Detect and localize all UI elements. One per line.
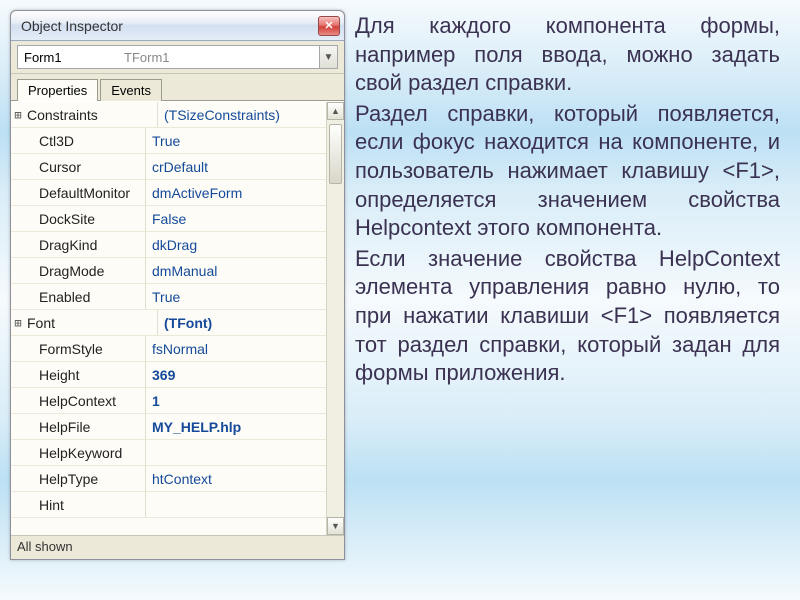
property-value[interactable]: (TFont)	[157, 310, 326, 335]
property-value[interactable]: 1	[145, 388, 326, 413]
property-name: DragKind	[25, 237, 145, 253]
instance-type: TForm1	[118, 50, 319, 65]
tab-events-label: Events	[111, 83, 151, 98]
property-name: Height	[25, 367, 145, 383]
property-name: Enabled	[25, 289, 145, 305]
description-p2: Раздел справки, который появляется, если…	[355, 100, 780, 243]
chevron-up-icon: ▲	[331, 106, 340, 116]
property-name: HelpContext	[25, 393, 145, 409]
tab-properties-label: Properties	[28, 83, 87, 98]
property-value[interactable]: True	[145, 284, 326, 309]
tab-properties[interactable]: Properties	[17, 79, 98, 101]
tab-strip: Properties Events	[11, 74, 344, 101]
property-name: Ctl3D	[25, 133, 145, 149]
property-value[interactable]: dmManual	[145, 258, 326, 283]
property-name: HelpKeyword	[25, 445, 145, 461]
property-name: HelpFile	[25, 419, 145, 435]
property-name: Cursor	[25, 159, 145, 175]
property-name: FormStyle	[25, 341, 145, 357]
property-row[interactable]: ⊞Font(TFont)	[11, 310, 326, 336]
property-row[interactable]: FormStylefsNormal	[11, 336, 326, 362]
instance-combo-row: Form1 TForm1 ▼	[11, 41, 344, 74]
scroll-up-button[interactable]: ▲	[327, 102, 344, 120]
property-name: Font	[25, 315, 157, 331]
window-title: Object Inspector	[21, 18, 318, 34]
property-row[interactable]: HelpFileMY_HELP.hlp	[11, 414, 326, 440]
property-row[interactable]: Height369	[11, 362, 326, 388]
property-row[interactable]: HelpKeyword	[11, 440, 326, 466]
expand-icon[interactable]: ⊞	[11, 108, 25, 122]
chevron-down-icon: ▼	[331, 521, 340, 531]
property-name: DefaultMonitor	[25, 185, 145, 201]
property-row[interactable]: CursorcrDefault	[11, 154, 326, 180]
property-name: Hint	[25, 497, 145, 513]
expand-icon[interactable]: ⊞	[11, 316, 25, 330]
property-row[interactable]: Hint	[11, 492, 326, 518]
close-icon: ✕	[324, 19, 333, 32]
property-value[interactable]: (TSizeConstraints)	[157, 102, 326, 127]
status-text: All shown	[17, 539, 73, 554]
property-value[interactable]: dmActiveForm	[145, 180, 326, 205]
scroll-down-button[interactable]: ▼	[327, 517, 344, 535]
property-value[interactable]: htContext	[145, 466, 326, 491]
chevron-down-icon: ▼	[324, 52, 334, 63]
object-inspector-window: Object Inspector ✕ Form1 TForm1 ▼ Proper…	[10, 10, 345, 560]
status-bar: All shown	[11, 535, 344, 559]
property-grid: ⊞Constraints(TSizeConstraints)Ctl3DTrueC…	[11, 101, 344, 535]
tab-events[interactable]: Events	[100, 79, 162, 101]
property-row[interactable]: HelpContext1	[11, 388, 326, 414]
instance-name: Form1	[18, 50, 118, 65]
property-row[interactable]: DefaultMonitordmActiveForm	[11, 180, 326, 206]
instance-combo[interactable]: Form1 TForm1 ▼	[17, 45, 338, 69]
scroll-thumb[interactable]	[329, 124, 342, 184]
property-value[interactable]: True	[145, 128, 326, 153]
property-name: DragMode	[25, 263, 145, 279]
property-name: DockSite	[25, 211, 145, 227]
property-value[interactable]: fsNormal	[145, 336, 326, 361]
scroll-track[interactable]	[327, 120, 344, 517]
property-value[interactable]	[145, 492, 326, 517]
property-value[interactable]: dkDrag	[145, 232, 326, 257]
property-row[interactable]: DragModedmManual	[11, 258, 326, 284]
property-value[interactable]: 369	[145, 362, 326, 387]
property-row[interactable]: HelpTypehtContext	[11, 466, 326, 492]
property-value[interactable]: crDefault	[145, 154, 326, 179]
titlebar[interactable]: Object Inspector ✕	[11, 11, 344, 41]
property-value[interactable]: MY_HELP.hlp	[145, 414, 326, 439]
description-p3: Если значение свойства HelpContext элеме…	[355, 245, 780, 388]
property-value[interactable]	[145, 440, 326, 465]
description-text: Для каждого компонента формы, например п…	[355, 10, 780, 590]
property-row[interactable]: EnabledTrue	[11, 284, 326, 310]
property-row[interactable]: DockSiteFalse	[11, 206, 326, 232]
property-rows: ⊞Constraints(TSizeConstraints)Ctl3DTrueC…	[11, 102, 326, 535]
property-value[interactable]: False	[145, 206, 326, 231]
vertical-scrollbar[interactable]: ▲ ▼	[326, 102, 344, 535]
property-name: Constraints	[25, 107, 157, 123]
property-row[interactable]: ⊞Constraints(TSizeConstraints)	[11, 102, 326, 128]
dropdown-button[interactable]: ▼	[319, 46, 337, 68]
description-p1: Для каждого компонента формы, например п…	[355, 12, 780, 98]
property-name: HelpType	[25, 471, 145, 487]
property-row[interactable]: DragKinddkDrag	[11, 232, 326, 258]
close-button[interactable]: ✕	[318, 16, 340, 36]
property-row[interactable]: Ctl3DTrue	[11, 128, 326, 154]
